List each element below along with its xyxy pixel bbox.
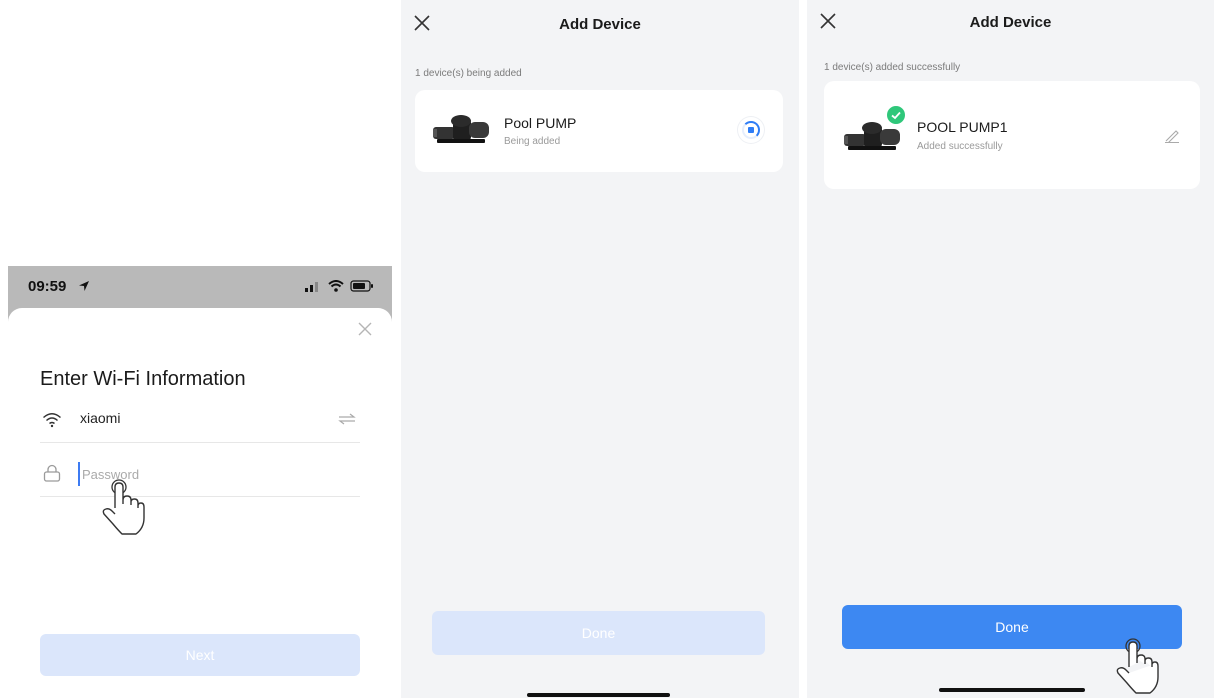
adding-subtitle: 1 device(s) being added — [415, 68, 522, 79]
tap-hand-icon — [100, 478, 146, 543]
battery-icon — [350, 279, 374, 297]
wifi-info-screen: 09:59 Enter Wi-Fi Information xiaomi Pas… — [8, 266, 392, 698]
signal-icon — [304, 279, 322, 297]
wifi-icon — [328, 279, 344, 297]
home-indicator — [527, 693, 670, 697]
device-status: Being added — [504, 136, 561, 147]
wifi-ssid: xiaomi — [80, 410, 121, 426]
close-icon[interactable] — [356, 320, 374, 338]
location-arrow-icon — [78, 279, 90, 297]
device-name: Pool PUMP — [504, 115, 577, 131]
device-card[interactable]: Pool PUMP Being added — [415, 90, 783, 172]
device-card[interactable]: POOL PUMP1 Added successfully — [824, 81, 1200, 189]
status-bar: 09:59 — [8, 266, 392, 308]
adding-device-screen: Add Device 1 device(s) being added Pool … — [401, 0, 799, 698]
switch-network-icon[interactable] — [338, 412, 356, 430]
next-button[interactable]: Next — [40, 634, 360, 676]
page-title: Add Device — [559, 16, 641, 33]
done-button[interactable]: Done — [432, 611, 765, 655]
device-status: Added successfully — [917, 141, 1003, 152]
password-row — [40, 456, 360, 497]
device-name: POOL PUMP1 — [917, 119, 1008, 135]
success-screen: Add Device 1 device(s) added successfull… — [807, 0, 1214, 698]
wifi-network-row[interactable]: xiaomi — [40, 404, 360, 443]
page-title: Enter Wi-Fi Information — [40, 368, 246, 390]
checkmark-icon — [885, 104, 907, 126]
wifi-sheet: Enter Wi-Fi Information xiaomi Next — [8, 308, 392, 698]
page-title: Add Device — [969, 14, 1052, 31]
loading-spinner-icon — [738, 117, 764, 143]
edit-pencil-icon[interactable] — [1164, 129, 1180, 148]
status-time: 09:59 — [28, 278, 67, 295]
success-subtitle: 1 device(s) added successfully — [824, 62, 961, 73]
wifi-icon — [42, 412, 62, 433]
tap-hand-icon — [1114, 637, 1160, 698]
pool-pump-image — [431, 110, 493, 151]
home-indicator — [939, 688, 1085, 692]
lock-icon — [42, 463, 62, 488]
